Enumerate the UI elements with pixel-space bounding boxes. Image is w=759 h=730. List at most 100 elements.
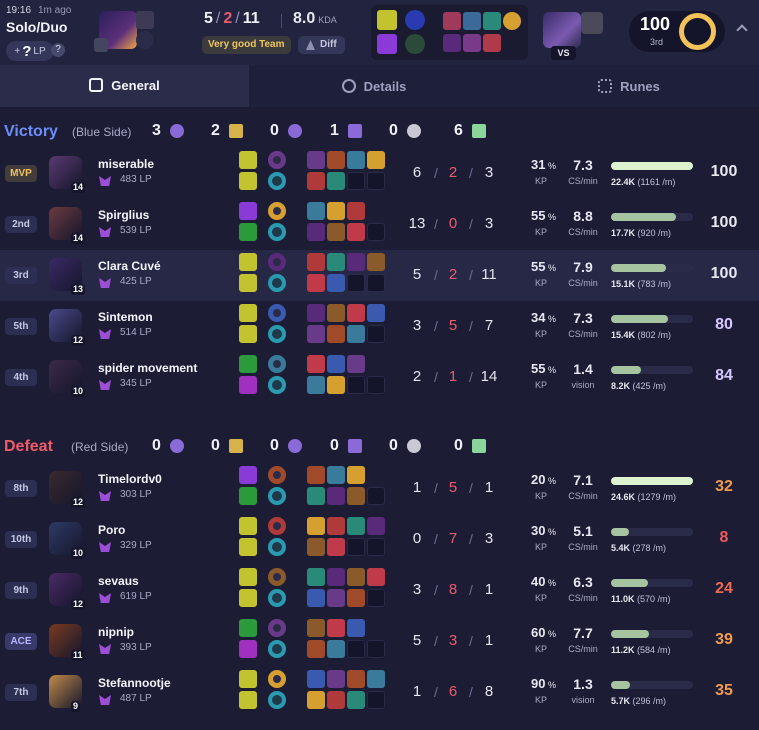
keystone-rune-icon <box>268 151 286 169</box>
player-row[interactable]: ACE 11 nipnip 393 LP 5 / 3 / 1 60 % KP 7.7 CS/min 11.… <box>0 616 759 667</box>
player-name[interactable]: miserable <box>98 157 154 171</box>
cs-value: 7.1 <box>573 472 593 488</box>
player-score: 84 <box>715 367 733 384</box>
tab-details[interactable]: Details <box>249 65 499 107</box>
player-name[interactable]: Timelordv0 <box>98 472 162 486</box>
dragon-icon <box>229 439 243 453</box>
objective-count: 0 <box>454 437 463 454</box>
rank-badge: 8th <box>5 480 37 497</box>
dragon-icon <box>229 124 243 138</box>
match-ago: 1m ago <box>38 5 72 16</box>
kills-value: 3 <box>412 581 422 598</box>
player-row[interactable]: MVP 14 miserable 483 LP 6 / 2 / 3 31 % KP 7.3 CS/min… <box>0 148 759 199</box>
item-icon <box>327 253 345 271</box>
item-icon <box>307 304 325 322</box>
damage-bar-fill <box>611 630 649 638</box>
player-name[interactable]: spider movement <box>98 361 197 375</box>
item-icon <box>347 151 365 169</box>
player-score: 100 <box>710 265 738 282</box>
player-name[interactable]: Stefannootje <box>98 676 171 690</box>
damage-bar-fill <box>611 528 629 536</box>
champion-level: 12 <box>71 497 86 508</box>
item-icon <box>327 640 345 658</box>
damage-bar-fill <box>611 264 666 272</box>
player-row[interactable]: 2nd 14 Spirglius 539 LP 13 / 0 / 3 55 % KP 8.8 CS/mi… <box>0 199 759 250</box>
kda-ratio: 8.0 KDA <box>293 10 337 27</box>
item-icon <box>327 151 345 169</box>
item-icon <box>327 325 345 343</box>
item-icon <box>307 487 325 505</box>
item-icon <box>347 253 365 271</box>
assists-value: 1 <box>484 581 494 598</box>
assists-value: 3 <box>484 530 494 547</box>
keystone-rune-icon <box>268 202 286 220</box>
item-icon <box>327 670 345 688</box>
role-icon <box>94 38 108 52</box>
divider <box>281 14 282 28</box>
damage-bar <box>611 630 693 638</box>
slash: / <box>434 369 438 385</box>
secondary-rune-icon <box>268 691 286 709</box>
cs-label: CS/min <box>568 227 598 237</box>
player-name[interactable]: Poro <box>98 523 125 537</box>
summoner-spell-icon <box>239 670 257 688</box>
kp-label: KP <box>534 176 547 186</box>
rank-badge: 7th <box>5 684 37 701</box>
kp-label: KP <box>534 593 547 603</box>
damage-bar <box>611 579 693 587</box>
match-header[interactable]: 19:16 1m ago Solo/Duo +? LP ? 5/2/11 8.0 K… <box>0 0 759 65</box>
kp-label: KP <box>534 380 547 390</box>
player-row[interactable]: 8th 12 Timelordv0 303 LP 1 / 5 / 1 20 % KP 7.1 CS/mi… <box>0 463 759 514</box>
rank-emblem-icon <box>99 380 111 390</box>
summoner-spell-icon <box>239 568 257 586</box>
kill-participation: 30 % <box>531 523 556 538</box>
player-row[interactable]: 3rd 13 Clara Cuvé 425 LP 5 / 2 / 11 55 % KP 7.9 CS/m… <box>0 250 759 301</box>
empty-item-slot <box>367 538 385 556</box>
player-row[interactable]: 4th 10 spider movement 345 LP 2 / 1 / 14 55 % KP 1.… <box>0 352 759 403</box>
rank-emblem-icon <box>99 542 111 552</box>
player-score: 39 <box>715 631 733 648</box>
result-title: Victory <box>4 123 58 140</box>
kills-value: 5 <box>412 266 422 283</box>
slash: / <box>469 480 473 496</box>
kda-line: 5/2/11 <box>204 10 260 27</box>
player-row[interactable]: 5th 12 Sintemon 514 LP 3 / 5 / 7 34 % KP 7.3 CS/min 1… <box>0 301 759 352</box>
kills-value: 2 <box>412 368 422 385</box>
secondary-rune-icon <box>268 274 286 292</box>
help-icon[interactable]: ? <box>51 43 65 57</box>
damage-bar-fill <box>611 162 693 170</box>
item-icon <box>483 12 501 30</box>
item-icon <box>307 619 325 637</box>
tab-runes[interactable]: Runes <box>499 65 759 107</box>
pie-icon <box>341 79 356 93</box>
player-row[interactable]: 10th 10 Poro 329 LP 0 / 7 / 3 30 % KP 5.1 CS/min 5.4K… <box>0 514 759 565</box>
damage-bar <box>611 528 693 536</box>
kp-label: KP <box>534 227 547 237</box>
empty-item-slot <box>367 376 385 394</box>
chevron-up-icon[interactable] <box>736 24 748 36</box>
rank-badge: 3rd <box>5 267 37 284</box>
assists-value: 1 <box>484 632 494 649</box>
player-name[interactable]: nipnip <box>98 625 134 639</box>
player-name[interactable]: sevaus <box>98 574 139 588</box>
cs-label: vision <box>571 380 595 390</box>
team-tag: Very good Team <box>202 36 291 54</box>
tab-general[interactable]: General <box>0 65 249 107</box>
objective-count: 2 <box>211 122 220 139</box>
player-name[interactable]: Spirglius <box>98 208 149 222</box>
damage-bar <box>611 162 693 170</box>
item-icon <box>367 304 385 322</box>
opponent-portrait-icon <box>581 12 603 34</box>
keystone-rune-icon <box>268 517 286 535</box>
player-lp: 425 LP <box>120 276 152 287</box>
player-name[interactable]: Sintemon <box>98 310 153 324</box>
damage-text: 11.2K (584 /m) <box>611 645 671 655</box>
player-row[interactable]: 7th 9 Stefannootje 487 LP 1 / 6 / 8 90 % KP 1.3 visi… <box>0 667 759 718</box>
damage-text: 8.2K (425 /m) <box>611 381 667 391</box>
deaths-value: 2 <box>448 266 458 283</box>
item-icon <box>307 172 325 190</box>
player-name[interactable]: Clara Cuvé <box>98 259 161 273</box>
player-row[interactable]: 9th 12 sevaus 619 LP 3 / 8 / 1 40 % KP 6.3 CS/min 11.… <box>0 565 759 616</box>
kp-label: KP <box>534 278 547 288</box>
item-icon <box>483 34 501 52</box>
